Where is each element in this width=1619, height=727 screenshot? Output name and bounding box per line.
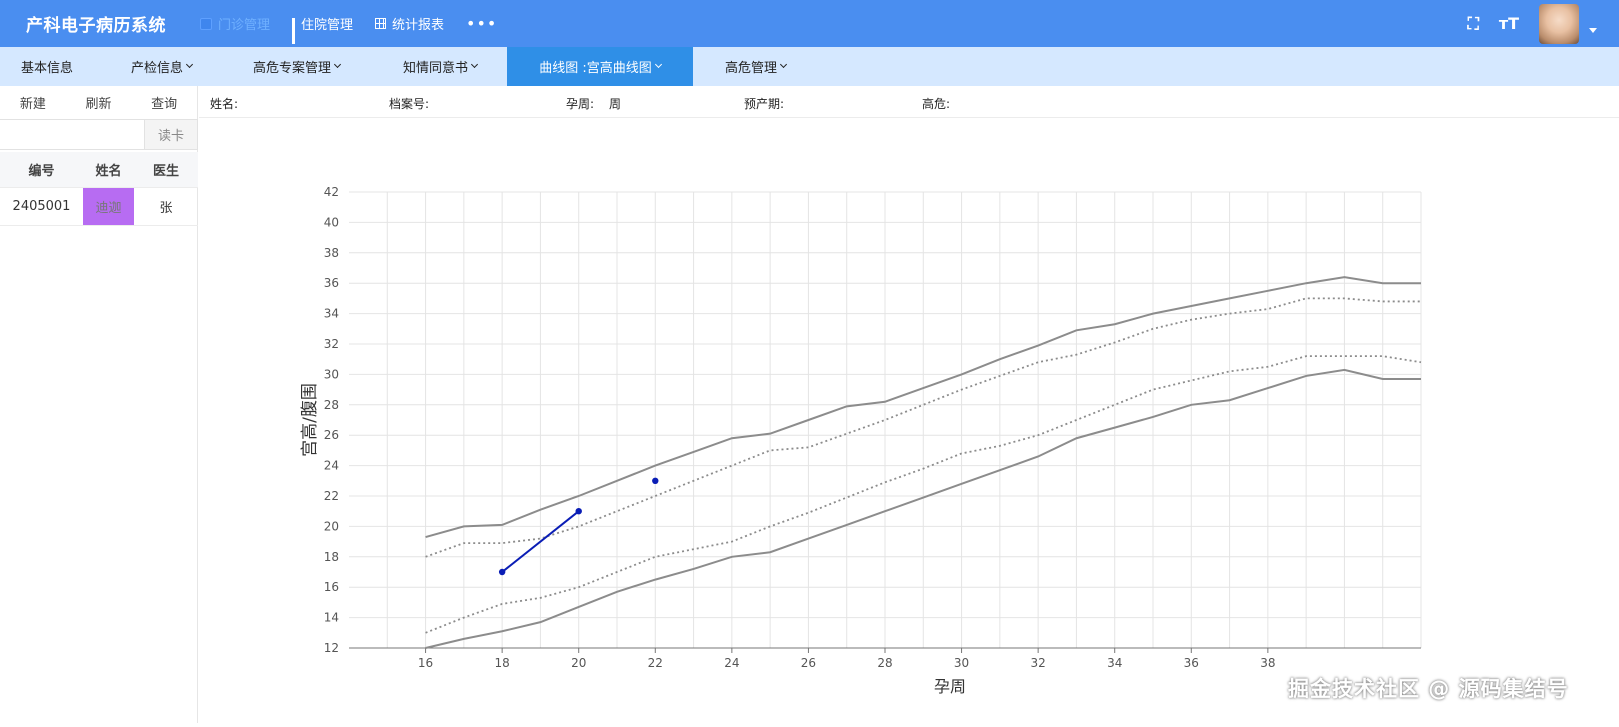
patient-actions: 新建 刷新 查询 <box>0 86 197 118</box>
file-number-label: 档案号: <box>389 97 430 111</box>
square-icon <box>200 17 212 30</box>
measurement-point <box>652 477 659 484</box>
x-tick-label: 22 <box>648 656 663 670</box>
y-tick-label: 40 <box>324 215 339 229</box>
app-title: 产科电子病历系统 <box>26 16 166 36</box>
read-card-button[interactable]: 读卡 <box>145 119 198 150</box>
font-size-icon[interactable]: тT <box>1499 14 1519 33</box>
tab-consent-label: 知情同意书 <box>403 61 469 76</box>
table-header: 编号 姓名 医生 <box>0 152 198 188</box>
tab-basic-info-label: 基本信息 <box>21 61 74 76</box>
tab-consent[interactable]: 知情同意书 <box>403 47 479 86</box>
patient-info-bar: 姓名: 档案号: 孕周: 周 预产期: 高危: <box>199 86 1619 118</box>
chevron-down-icon <box>779 60 788 69</box>
cell-name: 迪迦 <box>83 188 134 225</box>
patient-list-panel: 新建 刷新 查询 读卡 编号 姓名 医生 2405001 迪迦 张 <box>0 86 198 723</box>
header-tools: ⛶ тT <box>1468 0 1619 47</box>
avatar[interactable] <box>1539 3 1579 44</box>
x-tick-label: 34 <box>1107 656 1122 670</box>
y-tick-label: 18 <box>324 550 339 564</box>
search-row: 读卡 <box>0 119 198 150</box>
column-header-name: 姓名 <box>95 164 122 179</box>
x-tick-label: 30 <box>954 656 969 670</box>
y-tick-label: 22 <box>324 489 339 503</box>
tab-high-risk-case-label: 高危专案管理 <box>253 61 332 76</box>
nav-outpatient[interactable]: 门诊管理 <box>200 14 270 33</box>
column-header-id: 编号 <box>28 164 55 179</box>
y-tick-label: 16 <box>324 580 339 594</box>
nav-outpatient-label: 门诊管理 <box>218 18 271 33</box>
nav-reports[interactable]: 统计报表 <box>375 14 444 33</box>
table-row[interactable]: 2405001 迪迦 张 <box>0 188 198 226</box>
tab-basic-info[interactable]: 基本信息 <box>21 47 73 86</box>
x-tick-label: 38 <box>1260 656 1275 670</box>
chevron-down-icon <box>185 60 194 69</box>
fundal-height-chart-svg: 12 14 16 18 20 22 24 26 28 30 32 34 36 38 40 42 16 18 20 22… <box>300 185 1422 696</box>
y-tick-label: 34 <box>324 307 339 321</box>
y-tick-label: 42 <box>324 185 339 199</box>
tab-curve-chart-label: 曲线图 :宫高曲线图 <box>539 61 652 76</box>
new-button[interactable]: 新建 <box>0 93 66 112</box>
nav-reports-label: 统计报表 <box>392 18 445 33</box>
x-tick-label: 16 <box>418 656 433 670</box>
tab-high-risk-case[interactable]: 高危专案管理 <box>253 47 342 86</box>
bar-chart-icon <box>292 17 296 44</box>
more-menu-icon[interactable]: ••• <box>466 14 497 33</box>
query-button[interactable]: 查询 <box>131 93 197 112</box>
y-tick-label: 30 <box>324 367 339 381</box>
search-input[interactable] <box>0 119 145 150</box>
cell-doctor: 张 <box>159 201 173 216</box>
watermark-text: 掘金技术社区 @ 源码集结号 <box>1288 677 1569 701</box>
y-axis-label: 宫高/腹围 <box>300 383 320 457</box>
nav-inpatient[interactable]: 住院管理 <box>292 14 354 44</box>
x-tick-label: 24 <box>724 656 739 670</box>
high-risk-label: 高危: <box>922 97 951 111</box>
due-date-label: 预产期: <box>744 97 785 111</box>
top-header: 产科电子病历系统 门诊管理 住院管理 统计报表 ••• ⛶ тT <box>0 0 1619 47</box>
y-tick-label: 28 <box>324 398 339 412</box>
y-tick-label: 12 <box>324 641 339 655</box>
patient-table: 编号 姓名 医生 2405001 迪迦 张 <box>0 152 198 226</box>
chevron-down-icon <box>654 60 662 69</box>
table-icon <box>375 18 387 29</box>
gestational-week-label: 孕周: <box>566 97 595 111</box>
name-label: 姓名: <box>210 97 239 111</box>
refresh-button[interactable]: 刷新 <box>66 93 132 112</box>
tab-prenatal-info-label: 产检信息 <box>131 61 184 76</box>
tab-risk-management[interactable]: 高危管理 <box>725 47 788 86</box>
x-axis-label: 孕周 <box>934 677 966 696</box>
x-tick-label: 18 <box>495 656 510 670</box>
x-tick-label: 28 <box>877 656 892 670</box>
tab-risk-management-label: 高危管理 <box>725 61 778 76</box>
cell-id: 2405001 <box>12 199 71 214</box>
y-tick-label: 26 <box>324 428 339 442</box>
y-tick-label: 32 <box>324 337 339 351</box>
nav-inpatient-label: 住院管理 <box>301 18 354 33</box>
chevron-down-icon <box>470 60 479 69</box>
chevron-down-icon <box>333 60 342 69</box>
y-tick-label: 20 <box>324 519 339 533</box>
sub-nav: 基本信息 产检信息 高危专案管理 知情同意书 曲线图 :宫高曲线图 高危管理 <box>0 47 1619 86</box>
tab-curve-chart[interactable]: 曲线图 :宫高曲线图 <box>507 47 693 86</box>
x-tick-label: 26 <box>801 656 816 670</box>
column-header-doctor: 医生 <box>152 164 179 179</box>
y-tick-label: 36 <box>324 276 339 290</box>
x-tick-label: 36 <box>1184 656 1199 670</box>
top-nav: 门诊管理 住院管理 统计报表 ••• <box>200 0 519 47</box>
y-tick-label: 24 <box>324 459 339 473</box>
measurement-point <box>498 568 506 576</box>
fullscreen-icon[interactable]: ⛶ <box>1468 14 1479 34</box>
measurement-point <box>575 508 582 515</box>
fundal-height-chart: 12 14 16 18 20 22 24 26 28 30 32 34 36 38 40 42 16 18 20 22… <box>199 119 1619 723</box>
x-tick-label: 32 <box>1031 656 1046 670</box>
tab-prenatal-info[interactable]: 产检信息 <box>131 47 194 86</box>
user-menu-chevron-down-icon[interactable] <box>1589 28 1597 33</box>
gestational-week-unit: 周 <box>609 97 622 111</box>
y-tick-label: 38 <box>324 246 339 260</box>
x-tick-label: 20 <box>571 656 586 670</box>
y-tick-label: 14 <box>324 611 339 625</box>
